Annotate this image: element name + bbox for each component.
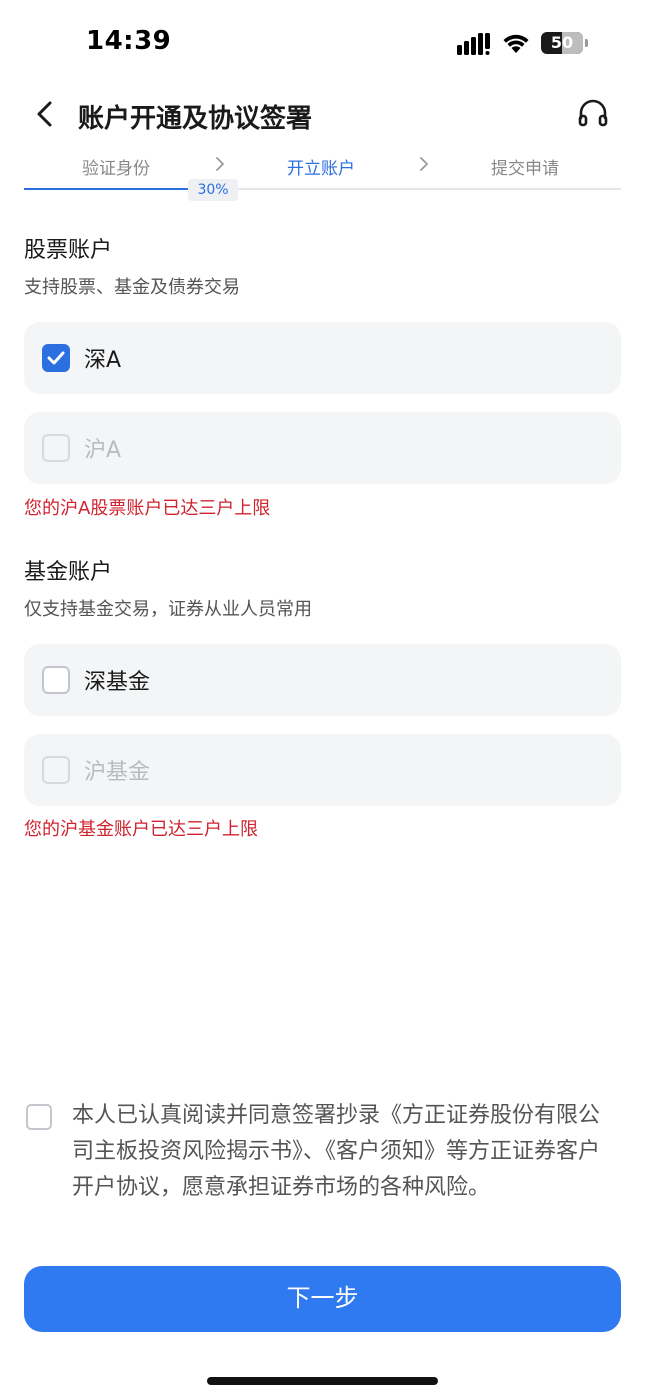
- option-shenzhen-fund[interactable]: 深基金: [24, 644, 621, 716]
- stock-account-error: 您的沪A股票账户已达三户上限: [24, 498, 271, 519]
- status-bar: 14:39 50: [0, 0, 645, 90]
- checkbox-unchecked-icon[interactable]: [42, 666, 70, 694]
- progress-fill: [24, 188, 204, 190]
- agreement-checkbox[interactable]: [26, 1104, 52, 1130]
- checkbox-disabled-icon: [42, 434, 70, 462]
- headset-support-icon[interactable]: [577, 98, 609, 130]
- stock-account-subtitle: 支持股票、基金及债券交易: [24, 277, 240, 298]
- step-indicator: 验证身份 开立账户 提交申请 30%: [24, 150, 621, 201]
- option-shanghai-fund: 沪基金: [24, 734, 621, 806]
- stock-account-title: 股票账户: [24, 238, 113, 263]
- checkbox-disabled-icon: [42, 756, 70, 784]
- step-verify-identity: 验证身份: [82, 159, 150, 179]
- agreement-text: 本人已认真阅读并同意签署抄录《方正证券股份有限公司主板投资风险揭示书》、《客户须…: [72, 1103, 601, 1200]
- next-step-button[interactable]: 下一步: [24, 1266, 621, 1332]
- page-title: 账户开通及协议签署: [78, 104, 313, 134]
- fund-account-error: 您的沪基金账户已达三户上限: [24, 819, 258, 840]
- battery-icon: 50: [541, 32, 583, 54]
- fund-account-title: 基金账户: [24, 560, 113, 585]
- chevron-right-icon: [420, 157, 428, 171]
- status-time: 14:39: [86, 26, 172, 56]
- option-label: 深A: [84, 348, 122, 373]
- option-shanghai-a: 沪A: [24, 412, 621, 484]
- back-arrow-icon[interactable]: [32, 98, 60, 130]
- option-label: 沪A: [84, 438, 122, 463]
- progress-bar: [24, 188, 621, 190]
- progress-percent: 30%: [188, 179, 238, 201]
- option-label: 沪基金: [84, 760, 151, 785]
- checkbox-checked-icon[interactable]: [42, 344, 70, 372]
- home-indicator: [207, 1377, 438, 1385]
- battery-level: 50: [550, 33, 574, 52]
- cellular-signal-icon: [457, 33, 490, 55]
- step-open-account: 开立账户: [287, 159, 355, 179]
- battery-cap: [585, 39, 588, 47]
- option-label: 深基金: [84, 670, 151, 695]
- navigation-bar: 账户开通及协议签署: [0, 90, 645, 140]
- option-shenzhen-a[interactable]: 深A: [24, 322, 621, 394]
- fund-account-subtitle: 仅支持基金交易，证券从业人员常用: [24, 599, 312, 620]
- step-submit-application: 提交申请: [491, 159, 559, 179]
- wifi-icon: [503, 34, 529, 53]
- chevron-right-icon: [216, 157, 224, 171]
